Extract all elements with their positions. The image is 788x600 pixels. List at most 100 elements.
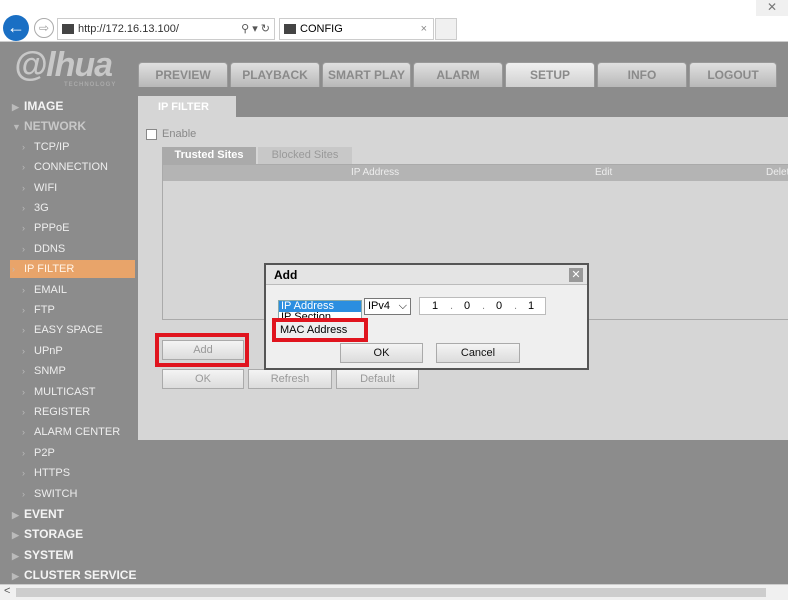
sidebar-item-label: CONNECTION [34,161,108,174]
dialog-close-icon[interactable]: ✕ [569,268,583,282]
sidebar-item-label: ALARM CENTER [34,426,121,439]
enable-checkbox[interactable] [146,129,157,140]
chevron-right-icon: › [22,488,25,499]
sidebar-item-p2p[interactable]: › P2P [22,444,147,462]
sidebar-item-https[interactable]: › HTTPS [22,464,147,482]
nav-tab-preview[interactable]: PREVIEW [138,62,228,87]
sidebar-item-ddns[interactable]: › DDNS [22,240,147,258]
sidebar-item-tcp-ip[interactable]: › TCP/IP [22,138,147,156]
sidebar-item-cluster-service[interactable]: ▶ CLUSTER SERVICE [12,566,137,584]
sidebar-item-pppoe[interactable]: › PPPoE [22,219,147,237]
sidebar-item-connection[interactable]: › CONNECTION [22,158,147,176]
column-edit: Edit [595,167,613,178]
tab-trusted-sites[interactable]: Trusted Sites [162,147,256,164]
chevron-right-icon: › [22,141,25,152]
nav-tab-playback[interactable]: PLAYBACK [230,62,320,87]
chevron-down-icon: ⌵ [398,300,407,312]
sidebar-item-label: STORAGE [24,527,84,542]
nav-tab-alarm[interactable]: ALARM [413,62,503,87]
nav-tab-info[interactable]: INFO [597,62,687,87]
chevron-right-icon: › [22,182,25,193]
sidebar-item-label: NETWORK [24,119,86,134]
sidebar-item-label: SNMP [34,365,66,378]
sidebar-item-label: REGISTER [34,406,91,418]
sidebar-item-label: DDNS [34,242,66,255]
back-button[interactable]: ← [3,15,29,41]
option-mac-address[interactable]: MAC Address [277,323,364,337]
scrollbar-thumb[interactable] [16,588,766,597]
sidebar-item-ftp[interactable]: › FTP [22,301,147,319]
sidebar-item-ip-filter[interactable]: › IP FILTER [10,260,135,279]
sidebar-item-label: CLUSTER SERVICE [24,568,137,583]
ip-octet-1[interactable]: 1 [432,298,438,314]
ip-octet-4[interactable]: 1 [528,298,534,314]
ip-octet-2[interactable]: 0 [464,298,470,314]
nav-tab-setup[interactable]: SETUP [505,62,595,87]
window-close-icon[interactable]: ✕ [756,0,788,16]
chevron-right-icon: › [22,243,25,254]
page-title-tab: IP FILTER [138,96,236,118]
sidebar-item-wifi[interactable]: › WIFI [22,179,147,197]
sidebar-item-event[interactable]: ▶ EVENT [12,505,137,523]
sidebar-item-switch[interactable]: › SWITCH [22,485,147,503]
ip-version-select[interactable]: IPv4 ⌵ [364,298,411,315]
ip-address-input[interactable]: 1. 0. 0. 1 [419,297,546,315]
forward-button[interactable]: ⇨ [34,18,54,38]
sidebar-item-system[interactable]: ▶ SYSTEM [12,546,137,564]
sidebar-item-network[interactable]: ▼ NETWORK [12,117,137,135]
chevron-right-icon: › [22,203,25,213]
horizontal-scrollbar[interactable]: < [0,584,788,600]
sidebar-item-label: EVENT [24,507,65,521]
chevron-right-icon: › [22,284,25,295]
chevron-right-icon: › [22,325,25,336]
triangle-down-icon: ▼ [12,122,21,133]
dialog-ok-button[interactable]: OK [340,343,423,363]
sidebar-item-register[interactable]: › REGISTER [22,403,147,421]
address-bar[interactable]: http://172.16.13.100/ ⚲ ▾ ↻ [57,18,275,40]
scroll-left-icon[interactable]: < [4,585,10,597]
tab-blocked-sites[interactable]: Blocked Sites [258,147,352,164]
favicon-icon [284,24,296,34]
ip-octet-3[interactable]: 0 [496,298,502,314]
sidebar-item-upnp[interactable]: › UPnP [22,342,147,360]
add-dialog: Add ✕ IP Address IP Section MAC Address … [264,263,589,370]
sidebar-item-label: IMAGE [24,99,64,113]
browser-bar: ← ⇨ http://172.16.13.100/ ⚲ ▾ ↻ CONFIG × ✕ [0,0,788,42]
nav-tab-logout[interactable]: LOGOUT [689,62,777,87]
nav-tab-smart-play[interactable]: SMART PLAY [322,62,411,87]
sidebar-item-alarm-center[interactable]: › ALARM CENTER [22,423,147,441]
chevron-right-icon: ▶ [12,550,19,561]
ip-version-value: IPv4 [368,300,391,312]
chevron-right-icon: › [22,162,25,173]
logo: @lhua TECHNOLOGY [14,46,117,88]
sidebar-item-label: IP FILTER [24,263,75,276]
enable-label: Enable [162,128,197,140]
sidebar-item-label: EASY SPACE [34,324,103,337]
sidebar-item-label: PPPoE [34,222,70,235]
dialog-cancel-button[interactable]: Cancel [436,343,520,363]
sidebar-item-snmp[interactable]: › SNMP [22,362,147,380]
sidebar-item-image[interactable]: ▶ IMAGE [12,97,137,115]
chevron-right-icon: ▶ [12,530,19,541]
sidebar-item-email[interactable]: › EMAIL [22,281,147,299]
sidebar-item-storage[interactable]: ▶ STORAGE [12,525,137,543]
sidebar-item-label: SWITCH [34,487,78,500]
refresh-button[interactable]: Refresh [248,369,332,389]
sidebar-item-easy-space[interactable]: › EASY SPACE [22,321,147,339]
favicon-icon [62,24,74,34]
sidebar-item-label: P2P [34,446,55,459]
default-button[interactable]: Default [336,369,419,389]
chevron-right-icon: › [22,468,25,479]
sidebar-item-label: WIFI [34,181,58,194]
new-tab-button[interactable] [435,18,457,40]
ok-button[interactable]: OK [162,369,244,389]
browser-tab[interactable]: CONFIG × [279,18,434,40]
sidebar-item-multicast[interactable]: › MULTICAST [22,383,147,401]
add-button[interactable]: Add [162,340,244,360]
chevron-right-icon: › [22,407,25,417]
sidebar-item-label: HTTPS [34,467,71,480]
chevron-right-icon: › [22,447,25,458]
search-refresh-icon[interactable]: ⚲ ▾ ↻ [241,19,270,39]
close-tab-icon[interactable]: × [421,19,427,39]
sidebar-item-3g[interactable]: › 3G [22,199,147,217]
